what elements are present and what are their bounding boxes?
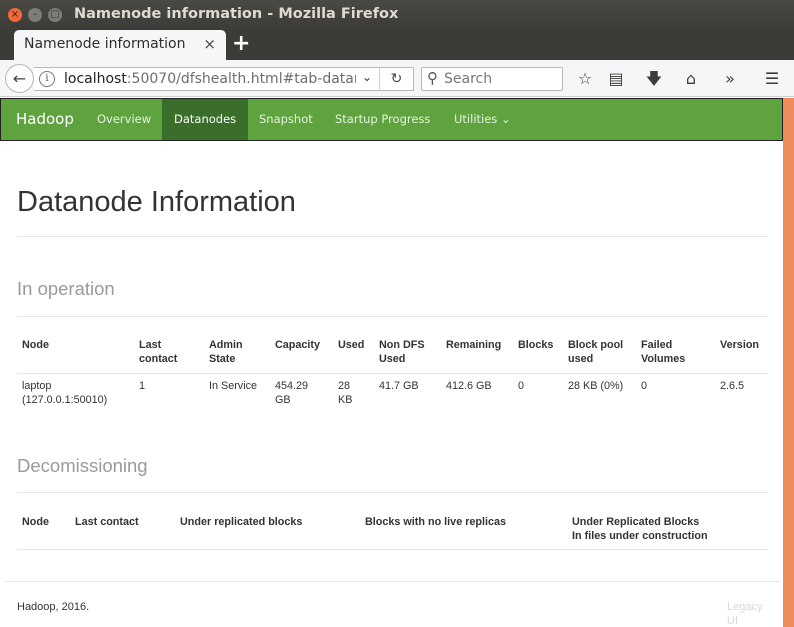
search-box[interactable]: ⚲ [421, 67, 563, 91]
nav-item-overview[interactable]: Overview [85, 99, 163, 140]
col-header-non-dfs-used: Non DFS Used [379, 339, 425, 365]
nav-item-snapshot[interactable]: Snapshot [247, 99, 325, 140]
tab-strip: Namenode information × + [0, 30, 794, 60]
col-header-admin-state: Admin State [209, 339, 243, 365]
home-icon[interactable]: ⌂ [680, 68, 702, 90]
cell-blocks: 0 [518, 380, 525, 392]
cell-version: 2.6.5 [720, 380, 745, 392]
cell-failed-volumes: 0 [641, 380, 648, 392]
col-header-node: Node [22, 339, 49, 351]
in-operation-divider [17, 316, 768, 317]
cell-remaining: 412.6 GB [446, 380, 492, 392]
col-header-blocks: Blocks [518, 339, 554, 351]
url-host: localhost [64, 71, 127, 87]
col-header-version: Version [720, 339, 760, 351]
hadoop-navbar: Hadoop Overview Datanodes Snapshot Start… [0, 98, 783, 141]
bookmark-star-icon[interactable]: ☆ [574, 68, 596, 90]
url-dropdown-chevron-icon[interactable]: ⌄ [362, 70, 372, 84]
nav-item-datanodes[interactable]: Datanodes [162, 99, 249, 140]
footer-copyright: Hadoop, 2016. [17, 601, 90, 613]
cell-admin-state: In Service [209, 380, 258, 392]
navigation-toolbar: ← i localhost:50070/dfshealth.html#tab-d… [0, 60, 794, 97]
decom-col-header-under-replicated: Under replicated blocks [180, 516, 303, 528]
col-header-last-contact: Last contact [139, 339, 178, 365]
decom-header-divider [17, 549, 768, 550]
in-operation-heading: In operation [17, 278, 115, 299]
info-icon[interactable]: i [39, 71, 55, 87]
page-viewport: Hadoop Overview Datanodes Snapshot Start… [0, 98, 794, 627]
window-close-button[interactable]: × [8, 8, 22, 22]
hamburger-menu-icon[interactable]: ☰ [761, 68, 783, 90]
decommissioning-divider [17, 492, 768, 493]
nav-item-startup-progress[interactable]: Startup Progress [323, 99, 442, 140]
cell-node: laptop (127.0.0.1:50010) [22, 380, 108, 406]
overflow-icon[interactable]: » [719, 68, 741, 90]
back-button[interactable]: ← [5, 64, 34, 93]
vertical-scrollbar[interactable] [783, 98, 794, 627]
page-title: Datanode Information [17, 186, 296, 218]
tab-close-icon[interactable]: × [203, 35, 216, 53]
col-header-capacity: Capacity [275, 339, 321, 351]
decommissioning-heading: Decomissioning [17, 455, 148, 476]
url-bar[interactable]: i localhost:50070/dfshealth.html#tab-dat… [34, 67, 414, 91]
window-title: Namenode information - Mozilla Firefox [74, 6, 399, 22]
decom-col-header-node: Node [22, 516, 49, 528]
decom-col-header-last-contact: Last contact [75, 516, 139, 528]
window-titlebar: × – □ Namenode information - Mozilla Fir… [0, 0, 794, 30]
col-header-block-pool-used: Block pool used [568, 339, 624, 365]
reading-list-icon[interactable]: ▤ [605, 68, 627, 90]
decom-col-header-no-live-replicas: Blocks with no live replicas [365, 516, 507, 528]
search-input[interactable] [444, 70, 560, 88]
cell-non-dfs-used: 41.7 GB [379, 380, 419, 392]
new-tab-button[interactable]: + [232, 31, 250, 56]
search-icon: ⚲ [427, 69, 438, 87]
reload-icon[interactable]: ↻ [379, 68, 413, 90]
decom-col-header-under-construction: Under Replicated Blocks In files under co… [572, 516, 708, 542]
footer-divider [5, 581, 780, 582]
back-arrow-icon: ← [12, 69, 27, 88]
title-divider [17, 236, 768, 237]
url-path: :50070/dfshealth.html#tab-datanode [126, 71, 356, 87]
window-maximize-button[interactable]: □ [48, 8, 62, 22]
tab-label: Namenode information [24, 36, 186, 52]
col-header-used: Used [338, 339, 365, 351]
cell-used: 28 KB [338, 380, 353, 406]
window-minimize-button[interactable]: – [28, 8, 42, 22]
cell-block-pool-used: 28 KB (0%) [568, 380, 624, 392]
tab-namenode-information[interactable]: Namenode information × [14, 30, 226, 60]
nav-item-utilities[interactable]: Utilities ⌄ [442, 99, 523, 140]
in-operation-header-divider [17, 373, 768, 374]
legacy-ui-link[interactable]: Legacy UI [727, 600, 771, 627]
col-header-failed-volumes: Failed Volumes [641, 339, 686, 365]
download-icon[interactable]: 🡇 [643, 68, 665, 90]
url-text[interactable]: localhost:50070/dfshealth.html#tab-datan… [64, 71, 356, 87]
cell-capacity: 454.29 GB [275, 380, 309, 406]
hadoop-brand[interactable]: Hadoop [16, 110, 74, 128]
col-header-remaining: Remaining [446, 339, 502, 351]
cell-last-contact: 1 [139, 380, 146, 392]
